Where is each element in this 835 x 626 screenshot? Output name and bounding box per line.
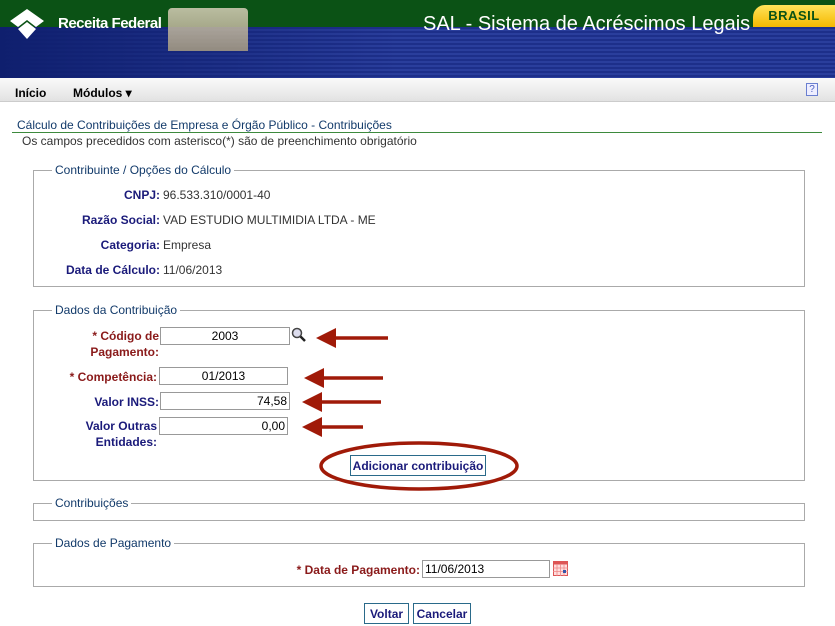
cancelar-button[interactable]: Cancelar	[413, 603, 471, 624]
categoria-label: Categoria:	[100, 238, 160, 252]
data-calculo-value: 11/06/2013	[163, 263, 223, 277]
menu-modulos[interactable]: Módulos ▾	[73, 86, 132, 100]
codigo-label-line1: * Código de	[92, 329, 159, 343]
menu-inicio[interactable]: Início	[15, 86, 46, 100]
logo-text: Receita Federal	[58, 15, 162, 32]
data-pagamento-input[interactable]	[422, 560, 550, 578]
contribuinte-legend: Contribuinte / Opções do Cálculo	[55, 163, 232, 177]
valor-inss-input[interactable]	[160, 392, 290, 410]
cnpj-label: CNPJ:	[123, 188, 160, 202]
competencia-input[interactable]	[159, 367, 288, 385]
data-calculo-label: Data de Cálculo:	[65, 263, 160, 277]
app-title: SAL - Sistema de Acréscimos Legais	[423, 13, 751, 35]
valor-outras-label: Valor Outras Entidades:	[40, 418, 157, 450]
receita-logo-icon	[10, 9, 44, 39]
contribuicoes-fieldset: Contribuições	[33, 496, 805, 521]
page-title: Cálculo de Contribuições de Empresa e Ór…	[17, 118, 392, 132]
codigo-label-line2: Pagamento:	[90, 345, 159, 359]
help-icon[interactable]: ?	[806, 83, 818, 96]
valor-outras-input[interactable]	[159, 417, 288, 435]
brasil-badge[interactable]: BRASIL	[753, 5, 835, 27]
valor-outras-label-line1: Valor Outras	[85, 419, 157, 433]
valor-outras-label-line2: Entidades:	[95, 435, 157, 449]
contribuicao-legend: Dados da Contribuição	[55, 303, 178, 317]
search-icon[interactable]	[291, 327, 307, 343]
adicionar-contribuicao-button[interactable]: Adicionar contribuição	[350, 455, 486, 476]
categoria-value: Empresa	[163, 238, 212, 252]
cnpj-value: 96.533.310/0001-40	[163, 188, 271, 202]
data-pagamento-label: * Data de Pagamento:	[296, 563, 420, 577]
razao-social-label: Razão Social:	[81, 213, 160, 227]
pagamento-legend: Dados de Pagamento	[55, 536, 172, 550]
voltar-button[interactable]: Voltar	[364, 603, 409, 624]
valor-inss-label: Valor INSS:	[94, 395, 159, 409]
page-subtitle: Os campos precedidos com asterisco(*) sã…	[22, 134, 417, 148]
contribuicoes-legend: Contribuições	[55, 496, 129, 510]
calendar-icon[interactable]	[553, 561, 568, 576]
codigo-label: * Código de Pagamento:	[40, 328, 159, 360]
codigo-pagamento-input[interactable]	[160, 327, 290, 345]
competencia-label: * Competência:	[69, 370, 157, 384]
razao-social-value: VAD ESTUDIO MULTIMIDIA LTDA - ME	[163, 213, 376, 227]
title-divider	[12, 132, 822, 133]
building-image	[168, 8, 248, 51]
